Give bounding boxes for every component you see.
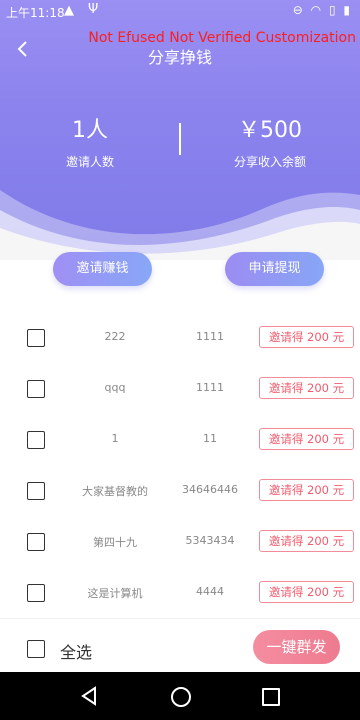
nav-back-icon[interactable] xyxy=(80,686,98,706)
row-checkbox[interactable] xyxy=(27,482,45,500)
row-checkbox[interactable] xyxy=(27,533,45,551)
list-item: 这是计算机 4444 邀请得 200 元 xyxy=(0,567,360,619)
list-item: 222 1111 邀请得 200 元 xyxy=(0,312,360,364)
list-item: 大家基督教的 34646446 邀请得 200 元 xyxy=(0,465,360,517)
battery-icon: ▮ xyxy=(343,3,352,17)
contact-number: 11 xyxy=(203,432,217,445)
balance-label: 分享收入余额 xyxy=(233,155,306,169)
contact-number: 4444 xyxy=(196,585,224,598)
watermark-text: Not Efused Not Verified Customization xyxy=(88,30,356,46)
usb-icon: Ψ xyxy=(88,2,99,17)
contact-number: 34646446 xyxy=(182,483,238,496)
bottom-action-bar: 全选 一键群发 xyxy=(0,622,360,672)
invite-reward-button[interactable]: 邀请得 200 元 xyxy=(259,581,354,603)
contact-number: 1111 xyxy=(196,330,224,343)
invite-reward-button[interactable]: 邀请得 200 元 xyxy=(259,479,354,501)
contact-name: 大家基督教的 xyxy=(82,485,148,498)
list-item: 第四十九 5343434 邀请得 200 元 xyxy=(0,516,360,568)
status-icons: ⊖ ◠ ▯ ▮ xyxy=(293,3,352,17)
invite-reward-button[interactable]: 邀请得 200 元 xyxy=(259,377,354,399)
invited-label: 邀请人数 xyxy=(65,155,114,169)
list-item: 1 11 邀请得 200 元 xyxy=(0,414,360,466)
contact-number: 5343434 xyxy=(185,534,235,547)
sim-icon: ▯ xyxy=(328,3,338,17)
row-checkbox[interactable] xyxy=(27,431,45,449)
invite-reward-button[interactable]: 邀请得 200 元 xyxy=(259,326,354,348)
invite-reward-button[interactable]: 邀请得 200 元 xyxy=(259,428,354,450)
select-all-label[interactable]: 全选 xyxy=(60,639,92,663)
row-checkbox[interactable] xyxy=(27,584,45,602)
page-title: 分享挣钱 xyxy=(147,48,212,67)
invite-earn-button[interactable]: 邀请赚钱 xyxy=(53,252,152,286)
nav-recents-icon[interactable] xyxy=(262,688,280,706)
system-nav-bar xyxy=(0,672,360,720)
invite-reward-button[interactable]: 邀请得 200 元 xyxy=(259,530,354,552)
list-item: qqq 1111 邀请得 200 元 xyxy=(0,363,360,415)
row-checkbox[interactable] xyxy=(27,380,45,398)
warning-icon: ▲ xyxy=(64,3,74,18)
contact-number: 1111 xyxy=(196,381,224,394)
wifi-icon: ◠ xyxy=(310,3,324,17)
row-checkbox[interactable] xyxy=(27,329,45,347)
broadcast-button[interactable]: 一键群发 xyxy=(253,630,340,664)
status-bar: 上午11:18 ▲ Ψ ⊖ ◠ ▯ ▮ xyxy=(0,0,360,24)
withdraw-button[interactable]: 申请提现 xyxy=(225,252,324,286)
contact-name: 1 xyxy=(111,432,119,445)
nav-home-icon[interactable] xyxy=(171,687,191,707)
balance-value: ￥500 xyxy=(238,118,302,143)
select-all-checkbox[interactable] xyxy=(27,640,45,658)
contact-name: qqq xyxy=(104,381,126,394)
contact-name: 222 xyxy=(104,330,126,343)
contact-name: 这是计算机 xyxy=(87,587,143,600)
contact-name: 第四十九 xyxy=(93,536,137,549)
dnd-icon: ⊖ xyxy=(292,3,305,17)
status-time: 上午11:18 xyxy=(6,6,65,20)
invited-count: 1人 xyxy=(72,118,108,143)
